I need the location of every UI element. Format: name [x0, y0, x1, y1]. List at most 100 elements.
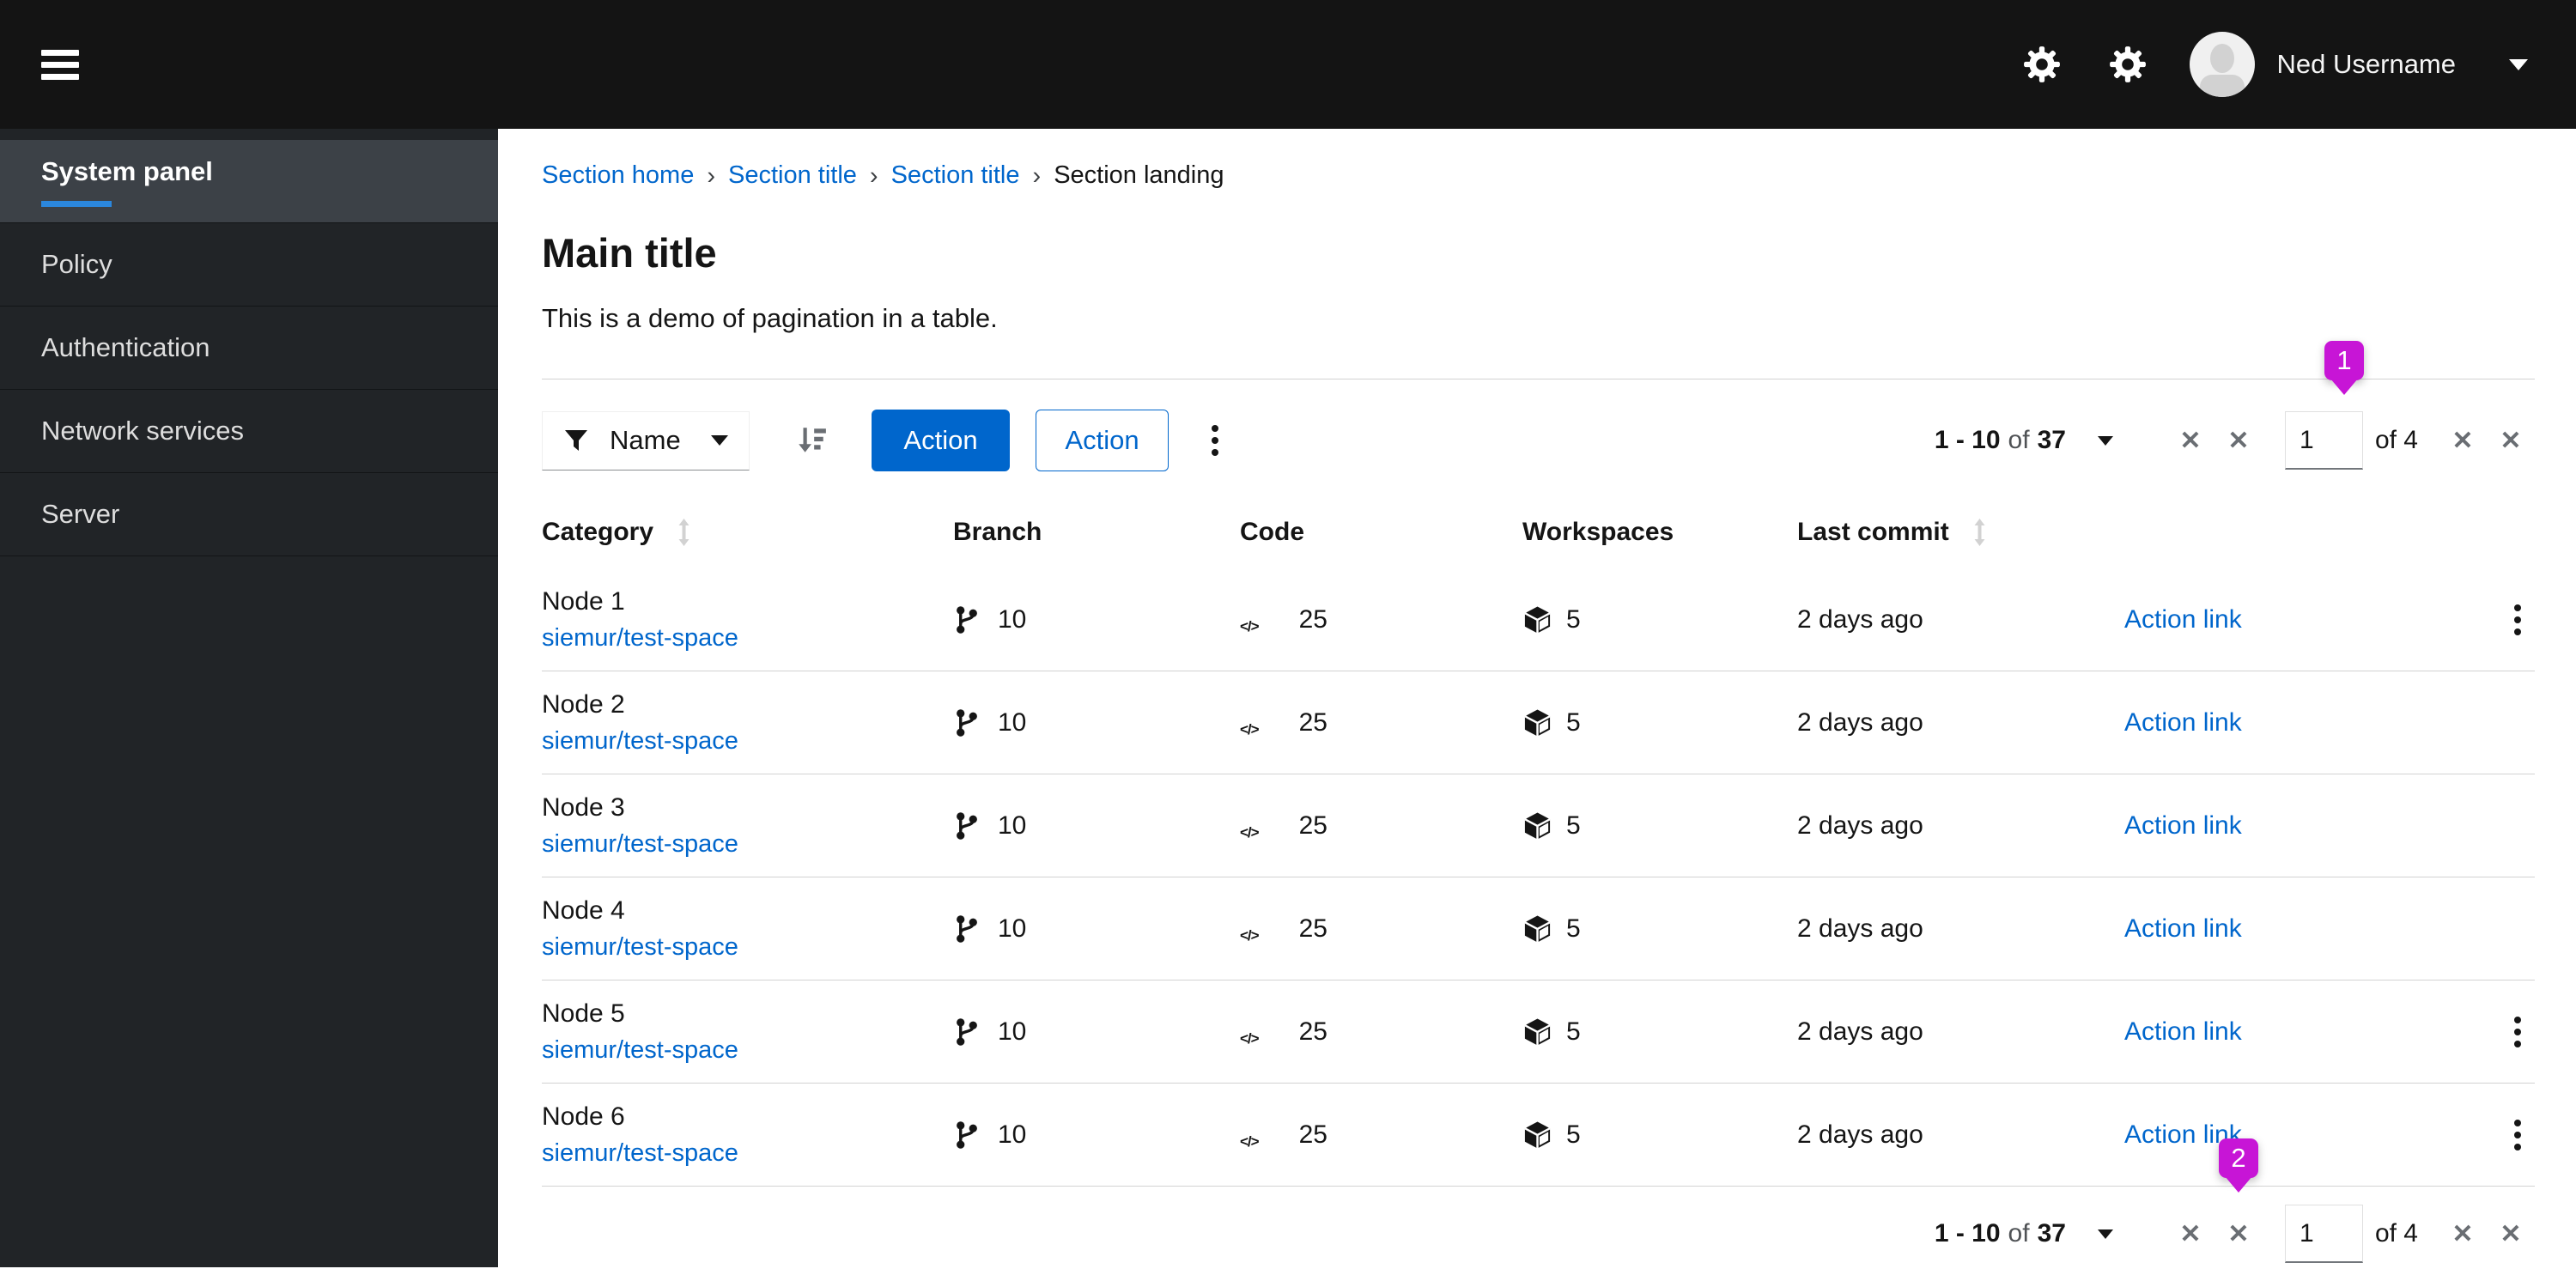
table-row: Node 5 siemur/test-space 10 </> 25 5 2 da…	[542, 980, 2535, 1084]
toolbar-kebab-button[interactable]	[1200, 416, 1230, 464]
node-space-link[interactable]: siemur/test-space	[542, 1036, 953, 1065]
sort-both-icon	[1974, 518, 1985, 546]
branch-count: 10	[998, 604, 1027, 634]
chevron-down-icon	[711, 435, 728, 446]
node-space-link[interactable]: siemur/test-space	[542, 1139, 953, 1168]
breadcrumb-link-2[interactable]: Section title	[728, 161, 857, 190]
column-header-category[interactable]: Category	[542, 517, 953, 548]
total-pages-label: of 4	[2374, 426, 2418, 454]
node-space-link[interactable]: siemur/test-space	[542, 727, 953, 756]
table-row: Node 1 siemur/test-space 10 </> 25 5 2 da…	[542, 568, 2535, 671]
sidebar-item-server[interactable]: Server	[0, 473, 498, 556]
previous-page-button[interactable]: ✕	[2215, 426, 2263, 456]
node-space-link[interactable]: siemur/test-space	[542, 624, 953, 653]
code-icon: </>	[1240, 617, 1260, 634]
row-action-link[interactable]: Action link	[2124, 1017, 2242, 1046]
workspaces-count: 5	[1566, 810, 1581, 840]
code-count: 25	[1298, 604, 1327, 634]
workspaces-count: 5	[1566, 604, 1581, 634]
code-count: 25	[1298, 707, 1327, 737]
last-page-button[interactable]: ✕	[2487, 1219, 2535, 1249]
workspaces-count: 5	[1566, 1120, 1581, 1149]
previous-page-button[interactable]: ✕	[2215, 1219, 2263, 1249]
pagination-range: 1 - 10	[1934, 426, 2001, 454]
sidebar-item-system-panel[interactable]: System panel	[0, 140, 498, 223]
filter-icon	[565, 430, 587, 451]
node-name: Node 4	[542, 895, 625, 925]
node-space-link[interactable]: siemur/test-space	[542, 830, 953, 859]
pagination-bottom: 1 - 10 of 37 ✕ ✕ of 4 ✕ ✕	[1935, 1205, 2535, 1263]
gear-icon	[2023, 46, 2060, 82]
kebab-icon	[2514, 604, 2521, 611]
code-icon: </>	[1240, 720, 1260, 738]
user-menu-label[interactable]: Ned Username	[2277, 49, 2456, 80]
cube-icon	[1524, 914, 1551, 943]
filter-dropdown-label: Name	[610, 425, 681, 455]
last-commit: 2 days ago	[1797, 707, 1923, 737]
node-name: Node 1	[542, 586, 625, 616]
row-action-link[interactable]: Action link	[2124, 811, 2242, 840]
column-header-code: Code	[1240, 517, 1304, 546]
sidebar-item-authentication[interactable]: Authentication	[0, 307, 498, 390]
first-page-button[interactable]: ✕	[2166, 426, 2215, 456]
next-page-button[interactable]: ✕	[2439, 1219, 2487, 1249]
row-action-link[interactable]: Action link	[2124, 914, 2242, 943]
workspaces-count: 5	[1566, 707, 1581, 737]
secondary-action-button[interactable]: Action	[1036, 410, 1169, 471]
sort-button[interactable]	[786, 415, 837, 466]
table-row: Node 3 siemur/test-space 10 </> 25 5 2 da…	[542, 774, 2535, 877]
total-pages-label: of 4	[2374, 1219, 2418, 1248]
code-count: 25	[1298, 1120, 1327, 1149]
sidebar-item-policy[interactable]: Policy	[0, 223, 498, 307]
row-action-link[interactable]: Action link	[2124, 605, 2242, 634]
table-header: Category Branch Code Workspaces Last com…	[542, 471, 2535, 568]
current-page-input[interactable]	[2284, 411, 2363, 470]
pagination-nav: ✕ ✕ of 4 ✕ ✕	[2166, 1205, 2535, 1263]
current-page-input[interactable]	[2284, 1205, 2363, 1263]
sidebar-item-label: System panel	[41, 155, 213, 186]
branch-count: 10	[998, 914, 1027, 943]
last-page-button[interactable]: ✕	[2487, 426, 2535, 456]
row-kebab-button[interactable]	[2502, 1111, 2533, 1159]
breadcrumb-link-1[interactable]: Section home	[542, 161, 694, 190]
kebab-icon	[2514, 1119, 2521, 1126]
sidebar-item-label: Server	[41, 499, 120, 529]
gear-icon	[2109, 46, 2146, 82]
sort-amount-down-icon	[799, 428, 826, 452]
node-name: Node 5	[542, 999, 625, 1028]
nav-toggle-button[interactable]	[41, 44, 79, 86]
node-name: Node 3	[542, 792, 625, 822]
cube-icon	[1524, 1017, 1551, 1046]
sort-both-icon	[678, 518, 690, 546]
node-space-link[interactable]: siemur/test-space	[542, 933, 953, 962]
row-kebab-button[interactable]	[2502, 1008, 2533, 1056]
column-header-last-commit[interactable]: Last commit	[1797, 517, 2124, 548]
branch-count: 10	[998, 707, 1027, 737]
breadcrumb-link-3[interactable]: Section title	[891, 161, 1020, 190]
code-icon: </>	[1240, 1029, 1260, 1047]
code-count: 25	[1298, 914, 1327, 943]
primary-action-button[interactable]: Action	[872, 410, 1010, 471]
workspaces-count: 5	[1566, 1017, 1581, 1046]
page-title: Main title	[542, 230, 717, 276]
per-page-dropdown[interactable]: 1 - 10 of 37	[1935, 1219, 2113, 1248]
pagination-nav: ✕ ✕ of 4 ✕ ✕	[2166, 411, 2535, 470]
pagination-top: 1 - 10 of 37 ✕ ✕ of 4 ✕ ✕	[1935, 411, 2535, 470]
last-commit: 2 days ago	[1797, 604, 1923, 634]
chevron-down-icon	[2097, 435, 2113, 446]
filter-dropdown[interactable]: Name	[542, 410, 750, 471]
pagination-total: 37	[2037, 1219, 2066, 1248]
code-count: 25	[1298, 1017, 1327, 1046]
node-name: Node 6	[542, 1102, 625, 1131]
row-action-link[interactable]: Action link	[2124, 708, 2242, 737]
user-menu-caret-icon[interactable]	[2509, 58, 2528, 70]
annotation-badge-2: 2	[2219, 1138, 2258, 1178]
next-page-button[interactable]: ✕	[2439, 426, 2487, 456]
first-page-button[interactable]: ✕	[2166, 1219, 2215, 1249]
settings-button-2[interactable]	[2085, 21, 2171, 107]
last-commit: 2 days ago	[1797, 810, 1923, 840]
per-page-dropdown[interactable]: 1 - 10 of 37	[1935, 426, 2113, 455]
sidebar-item-network-services[interactable]: Network services	[0, 390, 498, 473]
settings-button-1[interactable]	[1999, 21, 2085, 107]
row-kebab-button[interactable]	[2502, 596, 2533, 644]
